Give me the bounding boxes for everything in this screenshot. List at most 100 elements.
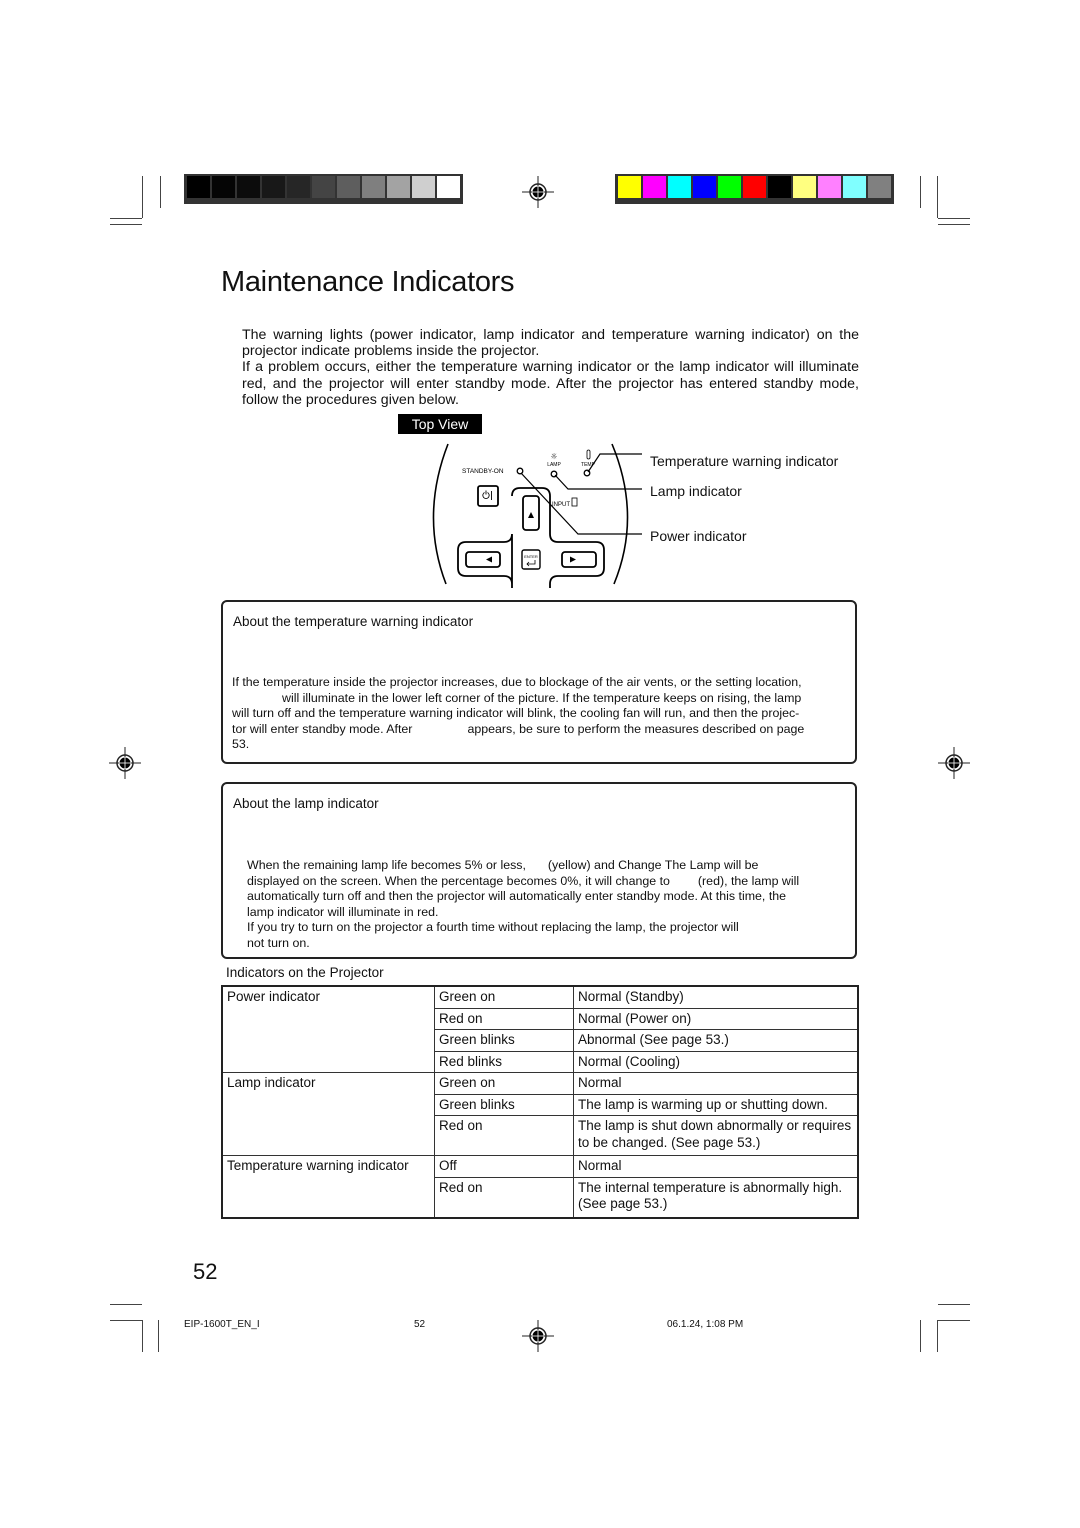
crop-mark bbox=[937, 176, 938, 218]
intro-paragraph: If a problem occurs, either the temperat… bbox=[242, 359, 859, 408]
callout-lamp-indicator: Lamp indicator bbox=[650, 483, 742, 499]
table-caption: Indicators on the Projector bbox=[226, 965, 384, 980]
indicator-state-cell: Red on bbox=[434, 1007, 574, 1030]
indicator-name-cell: Lamp indicator bbox=[221, 1072, 435, 1156]
leader-line-lamp bbox=[554, 474, 642, 490]
color-swatch bbox=[793, 176, 816, 198]
color-swatch bbox=[287, 176, 310, 198]
sun-icon: ☼ bbox=[550, 452, 557, 461]
projector-body-outline bbox=[611, 443, 629, 585]
text-span: (red), the lamp will bbox=[697, 873, 800, 888]
color-swatch bbox=[337, 176, 360, 198]
registration-mark-icon bbox=[522, 1320, 554, 1352]
crop-mark bbox=[110, 218, 142, 219]
crop-mark bbox=[158, 1320, 159, 1352]
indicator-meaning-cell: The lamp is warming up or shutting down. bbox=[573, 1093, 859, 1116]
text-line: When the remaining lamp life becomes 5% … bbox=[247, 858, 851, 874]
crop-mark bbox=[160, 176, 161, 208]
color-swatch bbox=[237, 176, 260, 198]
color-swatch bbox=[868, 176, 891, 198]
lamp-label: LAMP bbox=[547, 462, 561, 468]
registration-mark-icon bbox=[938, 747, 970, 779]
projector-top-view-diagram: ENTER STANDBY-ON ☼ LAMP TEMP INPUT bbox=[432, 443, 642, 588]
left-button bbox=[465, 551, 501, 568]
indicator-meaning-cell: Normal (Standby) bbox=[573, 985, 859, 1009]
color-swatch bbox=[187, 176, 210, 198]
crop-mark bbox=[142, 1320, 143, 1352]
lamp-box-title: About the lamp indicator bbox=[233, 796, 379, 811]
table-row: Power indicator Green on Normal (Standby) bbox=[221, 985, 859, 1073]
indicator-state-cell: Red on bbox=[434, 1176, 574, 1218]
temperature-box-title: About the temperature warning indicator bbox=[233, 614, 474, 629]
intro-paragraph: The warning lights (power indicator, lam… bbox=[242, 327, 859, 360]
text-span: will illuminate in the lower left corner… bbox=[282, 690, 802, 705]
color-calibration-bar bbox=[615, 174, 894, 204]
intro-text: The warning lights (power indicator, lam… bbox=[242, 327, 859, 408]
crop-mark bbox=[937, 1320, 938, 1352]
registration-mark-icon bbox=[522, 176, 554, 208]
indicator-state-cell: Red blinks bbox=[434, 1050, 574, 1073]
page-number: 52 bbox=[193, 1259, 218, 1284]
indicator-state-cell: Green blinks bbox=[434, 1093, 574, 1116]
footer-timestamp: 06.1.24, 1:08 PM bbox=[667, 1319, 744, 1330]
color-swatch bbox=[312, 176, 335, 198]
color-swatch bbox=[437, 176, 460, 198]
input-icon bbox=[571, 497, 578, 507]
crop-mark bbox=[938, 1320, 970, 1321]
input-label: INPUT bbox=[552, 502, 570, 508]
lamp-box-body: When the remaining lamp life becomes 5% … bbox=[247, 858, 851, 952]
text-line: lamp indicator will illuminate in red. bbox=[247, 904, 439, 919]
indicator-name-cell: Power indicator bbox=[221, 985, 435, 1073]
text-line: If you try to turn on the projector a fo… bbox=[247, 920, 739, 935]
footer-page: 52 bbox=[414, 1319, 426, 1330]
indicator-meaning-cell: Abnormal (See page 53.) bbox=[573, 1029, 859, 1052]
enter-label: ENTER bbox=[524, 554, 538, 559]
right-button bbox=[561, 551, 597, 568]
text-line: If the temperature inside the projector … bbox=[232, 675, 802, 689]
color-swatch bbox=[818, 176, 841, 198]
crop-mark bbox=[938, 1304, 970, 1305]
indicator-meaning-cell: Normal (Cooling) bbox=[573, 1050, 859, 1073]
color-swatch bbox=[693, 176, 716, 198]
crop-mark bbox=[110, 1304, 142, 1305]
color-swatch bbox=[743, 176, 766, 198]
power-indicator-led bbox=[516, 467, 524, 475]
indicator-name-cell: Temperature warning indicator bbox=[221, 1155, 435, 1218]
standby-on-label: STANDBY-ON bbox=[462, 468, 504, 475]
crop-mark bbox=[920, 1320, 921, 1352]
color-swatch bbox=[212, 176, 235, 198]
projector-body-outline bbox=[432, 443, 449, 585]
color-swatch bbox=[362, 176, 385, 198]
text-line: 53. bbox=[232, 737, 250, 752]
crop-mark bbox=[142, 176, 143, 218]
lamp-info-box: About the lamp indicator When the remain… bbox=[221, 782, 857, 959]
temperature-warning-info-box: About the temperature warning indicator … bbox=[221, 600, 857, 764]
text-span: When the remaining lamp life becomes 5% … bbox=[247, 858, 526, 872]
crop-mark bbox=[920, 176, 921, 208]
color-swatch bbox=[262, 176, 285, 198]
color-swatch bbox=[412, 176, 435, 198]
indicator-state-cell: Green on bbox=[434, 985, 574, 1009]
color-swatch bbox=[843, 176, 866, 198]
indicator-state-cell: Red on bbox=[434, 1115, 574, 1156]
crop-mark bbox=[110, 224, 142, 225]
grayscale-calibration-bar bbox=[184, 174, 463, 204]
thermometer-icon bbox=[586, 449, 591, 460]
color-swatch bbox=[643, 176, 666, 198]
text-line: will turn off and the temperature warnin… bbox=[232, 706, 800, 721]
indicator-state-cell: Green blinks bbox=[434, 1029, 574, 1052]
text-line: automatically turn off and then the proj… bbox=[247, 889, 787, 904]
indicator-meaning-cell: Normal (Power on) bbox=[573, 1007, 859, 1030]
table-row: Temperature warning indicator Off Normal bbox=[221, 1155, 859, 1218]
power-button bbox=[477, 485, 499, 507]
callout-power-indicator: Power indicator bbox=[650, 528, 747, 544]
page-title: Maintenance Indicators bbox=[221, 266, 515, 298]
crop-mark bbox=[938, 224, 970, 225]
text-span: (yellow) and Change The Lamp will be bbox=[547, 858, 759, 872]
indicator-state-cell: Green on bbox=[434, 1072, 574, 1095]
indicator-state-cell: Off bbox=[434, 1155, 574, 1178]
leader-line-temp bbox=[587, 453, 642, 473]
color-swatch bbox=[618, 176, 641, 198]
temperature-box-body: If the temperature inside the projector … bbox=[232, 675, 848, 753]
text-span: tor will enter standby mode. After bbox=[232, 721, 413, 736]
